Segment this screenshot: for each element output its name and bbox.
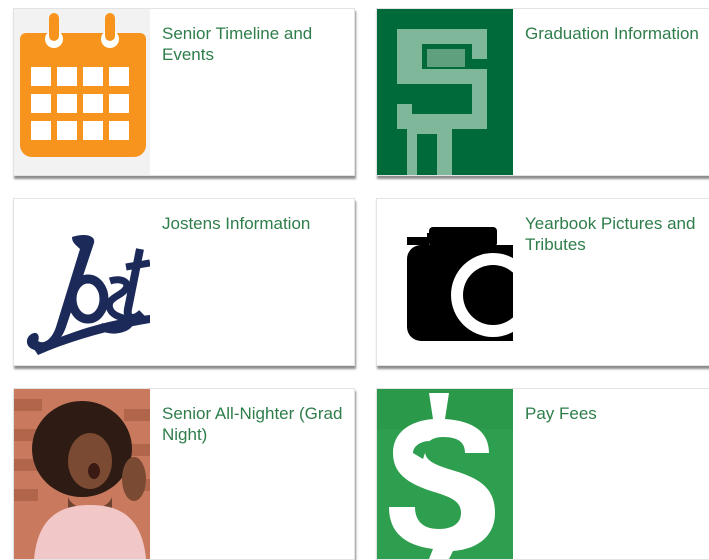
jostens-logo-icon <box>14 199 150 365</box>
school-logo-icon <box>377 9 513 175</box>
card-senior-all-nighter[interactable]: Senior All-Nighter (Grad Night) <box>13 388 355 560</box>
card-title[interactable]: Yearbook Pictures and Tributes <box>525 213 709 255</box>
card-title[interactable]: Graduation Information <box>525 23 709 44</box>
camera-icon <box>377 199 513 365</box>
card-senior-timeline[interactable]: Senior Timeline and Events <box>13 8 355 176</box>
dollar-sign-icon <box>377 389 513 559</box>
yawning-person-photo <box>14 389 150 559</box>
card-jostens-information[interactable]: Jostens Information <box>13 198 355 366</box>
card-graduation-information[interactable]: Graduation Information <box>376 8 709 176</box>
card-title[interactable]: Pay Fees <box>525 403 709 424</box>
card-title[interactable]: Senior Timeline and Events <box>162 23 352 65</box>
card-yearbook-pictures[interactable]: Yearbook Pictures and Tributes <box>376 198 709 366</box>
card-title[interactable]: Jostens Information <box>162 213 352 234</box>
calendar-icon <box>14 9 150 175</box>
card-title[interactable]: Senior All-Nighter (Grad Night) <box>162 403 352 445</box>
card-pay-fees[interactable]: Pay Fees <box>376 388 709 560</box>
